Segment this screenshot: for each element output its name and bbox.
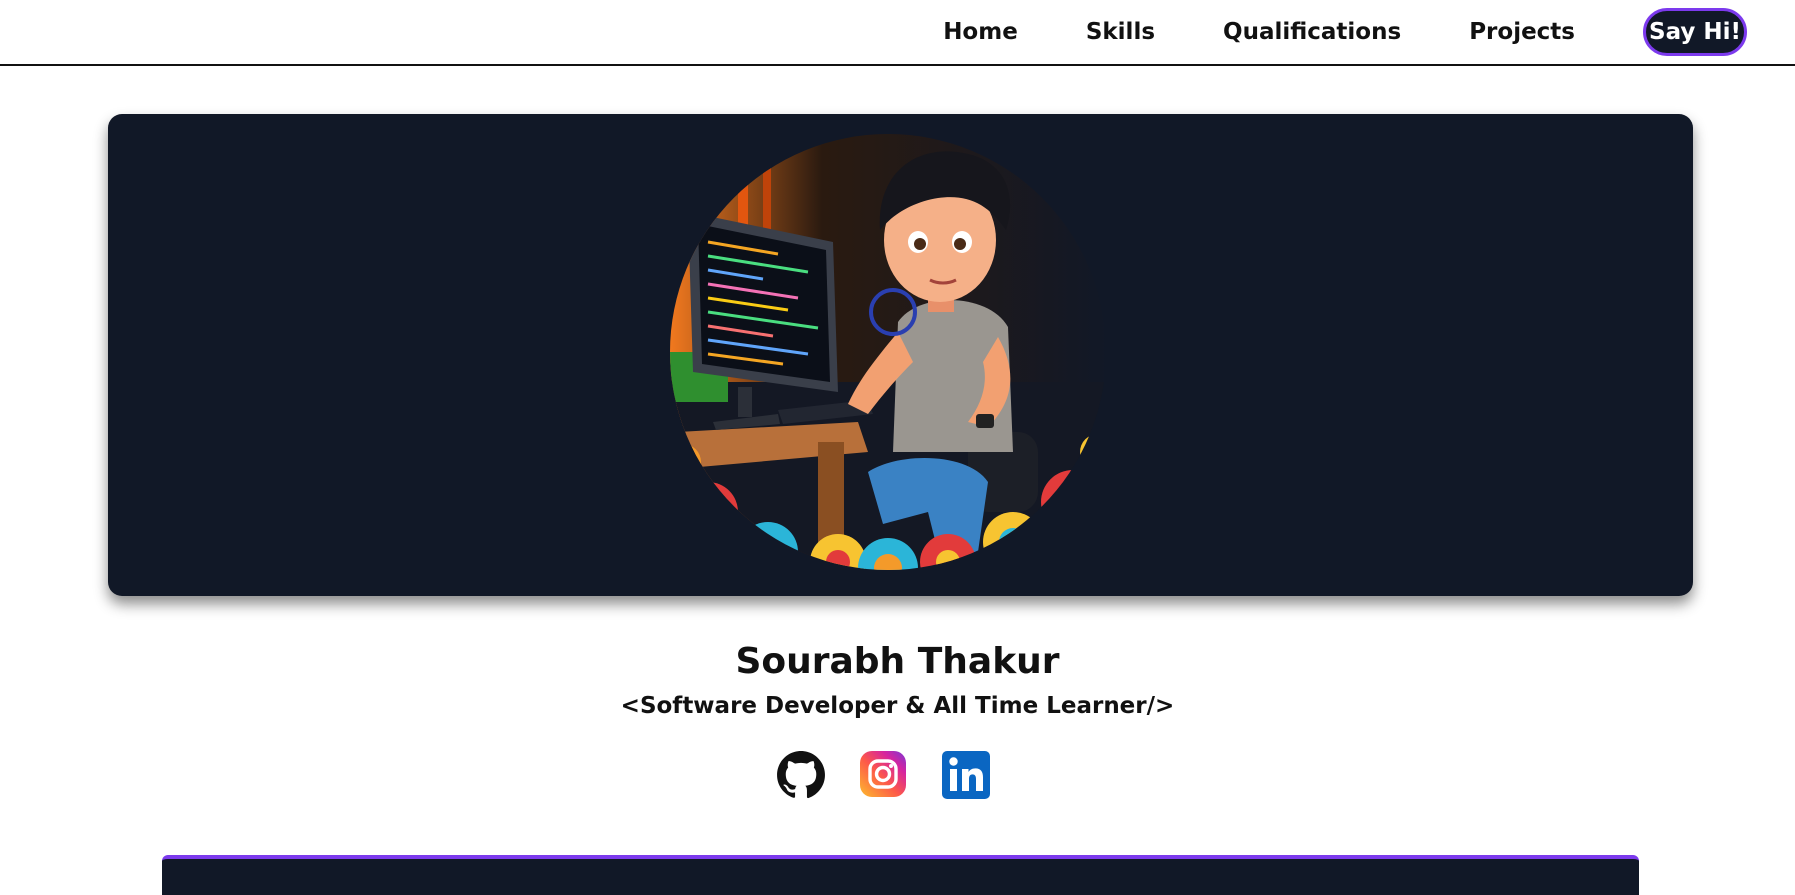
hero-banner (108, 114, 1693, 596)
instagram-icon (860, 751, 906, 797)
github-icon (777, 751, 825, 799)
nav-link-qualifications[interactable]: Qualifications (1223, 19, 1401, 45)
social-links (776, 750, 991, 800)
nav-links: Home Skills Qualifications Projects Say … (943, 0, 1795, 64)
top-navbar: Home Skills Qualifications Projects Say … (0, 0, 1795, 66)
linkedin-icon (942, 751, 990, 799)
linkedin-link[interactable] (941, 750, 991, 804)
developer-avatar-illustration (670, 134, 1106, 570)
profile-tagline: <Software Developer & All Time Learner/> (620, 693, 1175, 719)
instagram-link[interactable] (859, 750, 907, 802)
nav-link-home[interactable]: Home (943, 19, 1018, 45)
nav-link-projects[interactable]: Projects (1469, 19, 1575, 45)
next-section-card (162, 855, 1639, 895)
say-hi-button[interactable]: Say Hi! (1643, 8, 1747, 56)
nav-link-skills[interactable]: Skills (1086, 19, 1155, 45)
github-link[interactable] (776, 750, 826, 804)
profile-name: Sourabh Thakur (735, 641, 1060, 682)
